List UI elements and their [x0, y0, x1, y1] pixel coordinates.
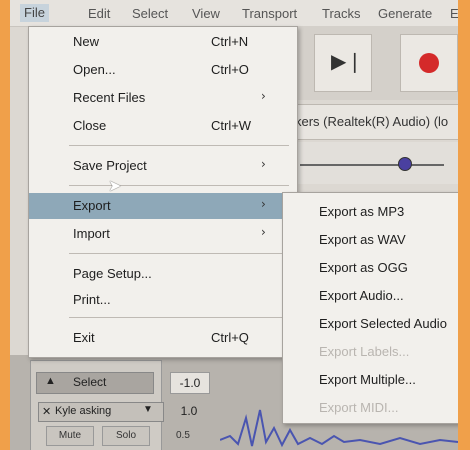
menu-effect[interactable]: E — [450, 6, 458, 21]
shortcut-label: Ctrl+Q — [211, 330, 249, 345]
playback-device-select[interactable]: kers (Realtek(R) Audio) (lo — [280, 104, 458, 140]
submenu-item-label: Export Labels... — [319, 344, 410, 359]
menu-item-import[interactable]: Import › — [29, 221, 297, 247]
shortcut-label: Ctrl+N — [211, 34, 249, 49]
menu-item-label: Print... — [73, 292, 111, 307]
submenu-item-label: Export as MP3 — [319, 204, 405, 219]
menu-item-label: Close — [73, 118, 107, 133]
mouse-cursor-icon: ➤ — [108, 176, 122, 195]
slider-thumb[interactable] — [398, 157, 412, 171]
submenu-arrow-icon: › — [261, 89, 266, 103]
menu-item-page-setup[interactable]: Page Setup... — [29, 261, 297, 287]
submenu-item-export-mp3[interactable]: Export as MP3 — [283, 199, 458, 225]
mute-button[interactable]: Mute — [46, 426, 94, 446]
slider-track — [300, 164, 444, 166]
menu-select[interactable]: Select — [132, 6, 168, 21]
menu-edit[interactable]: Edit — [88, 6, 110, 21]
submenu-item-export-midi: Export MIDI... — [283, 395, 458, 421]
submenu-item-label: Export as WAV — [319, 232, 406, 247]
menu-item-print[interactable]: Print... — [29, 287, 297, 313]
vertical-scale-low: 0.5 — [176, 430, 190, 441]
menu-item-recent-files[interactable]: Recent Files › — [29, 85, 297, 111]
vertical-scale-top: -1.0 — [170, 372, 210, 394]
submenu-item-label: Export Multiple... — [319, 372, 416, 387]
solo-button[interactable]: Solo — [102, 426, 150, 446]
menu-item-open[interactable]: Open... Ctrl+O — [29, 57, 297, 83]
menu-item-export[interactable]: Export › — [29, 193, 297, 219]
record-icon — [419, 53, 439, 73]
select-button[interactable]: ▲ Select — [36, 372, 154, 394]
submenu-item-export-multiple[interactable]: Export Multiple... — [283, 367, 458, 393]
menu-separator — [69, 317, 289, 318]
menu-transport[interactable]: Transport — [242, 6, 297, 21]
menu-separator — [69, 145, 289, 146]
submenu-arrow-icon: › — [261, 157, 266, 171]
menu-item-label: Import — [73, 226, 110, 241]
select-label: Select — [73, 375, 107, 389]
submenu-item-label: Export as OGG — [319, 260, 408, 275]
file-menu: New Ctrl+N Open... Ctrl+O Recent Files ›… — [28, 26, 298, 358]
menu-item-label: Page Setup... — [73, 266, 152, 281]
menu-file[interactable]: File — [20, 4, 49, 22]
menu-bar: File Edit Select View Transport Tracks G… — [10, 0, 458, 27]
chevron-down-icon: ▼ — [143, 404, 153, 415]
submenu-item-export-wav[interactable]: Export as WAV — [283, 227, 458, 253]
submenu-item-export-ogg[interactable]: Export as OGG — [283, 255, 458, 281]
menu-item-label: Save Project — [73, 158, 147, 173]
shortcut-label: Ctrl+O — [211, 62, 249, 77]
menu-item-new[interactable]: New Ctrl+N — [29, 29, 297, 55]
menu-item-exit[interactable]: Exit Ctrl+Q — [29, 325, 297, 351]
submenu-item-label: Export MIDI... — [319, 400, 399, 415]
skip-to-end-button[interactable]: ▶❘ — [314, 34, 372, 92]
track-name: Kyle asking — [55, 405, 112, 417]
playback-device-label: kers (Realtek(R) Audio) (lo — [295, 114, 449, 129]
menu-item-close[interactable]: Close Ctrl+W — [29, 113, 297, 139]
menu-separator — [69, 253, 289, 254]
playback-slider[interactable] — [280, 142, 458, 184]
menu-item-label: Recent Files — [73, 90, 146, 105]
app-window: File Edit Select View Transport Tracks G… — [10, 0, 458, 450]
menu-item-save-project[interactable]: Save Project › — [29, 153, 297, 179]
submenu-item-label: Export Audio... — [319, 288, 404, 303]
submenu-item-export-audio[interactable]: Export Audio... — [283, 283, 458, 309]
submenu-arrow-icon: › — [261, 225, 266, 239]
menu-item-label: Exit — [73, 330, 95, 345]
collapse-icon: ▲ — [45, 375, 56, 387]
menu-tracks[interactable]: Tracks — [322, 6, 361, 21]
submenu-item-export-selected-audio[interactable]: Export Selected Audio — [283, 311, 458, 337]
record-button[interactable] — [400, 34, 458, 92]
vertical-scale-mid: 1.0 — [180, 404, 198, 418]
submenu-item-export-labels: Export Labels... — [283, 339, 458, 365]
menu-item-label: New — [73, 34, 100, 49]
menu-item-label: Open... — [73, 62, 116, 77]
shortcut-label: Ctrl+W — [211, 118, 252, 133]
export-submenu: Export as MP3 Export as WAV Export as OG… — [282, 192, 458, 424]
submenu-arrow-icon: › — [261, 197, 266, 211]
menu-view[interactable]: View — [192, 6, 220, 21]
menu-separator — [69, 185, 289, 186]
close-icon[interactable]: ✕ — [42, 405, 51, 418]
submenu-item-label: Export Selected Audio — [319, 316, 447, 331]
skip-to-end-icon: ▶❘ — [331, 49, 364, 73]
transport-toolbar: ▶❘ — [280, 26, 458, 100]
track-name-menu[interactable]: ✕ Kyle asking ▼ — [38, 402, 164, 422]
menu-item-label: Export — [73, 198, 111, 213]
menu-generate[interactable]: Generate — [378, 6, 432, 21]
